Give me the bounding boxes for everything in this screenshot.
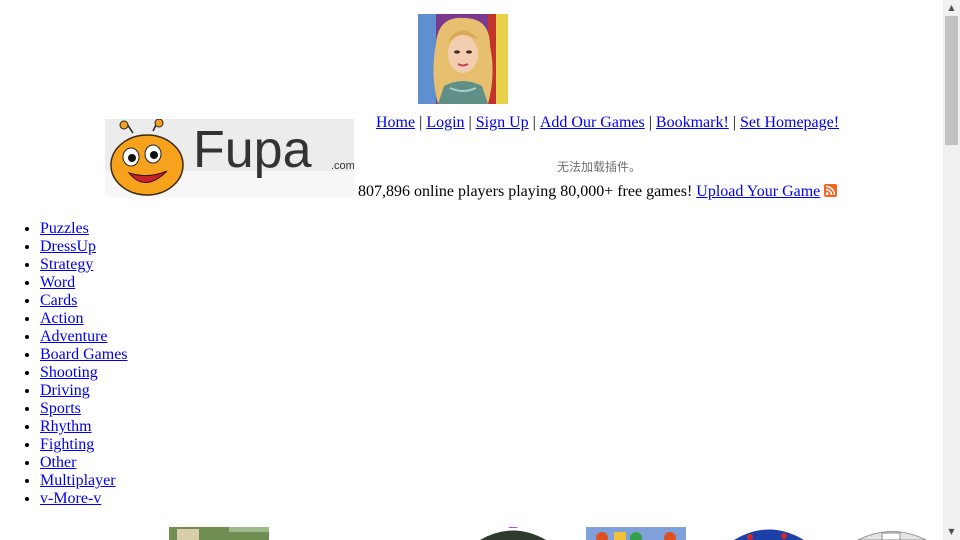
category-item: Action <box>40 310 128 328</box>
category-item: Strategy <box>40 256 128 274</box>
category-item: Multiplayer <box>40 472 128 490</box>
nav-separator: | <box>468 114 472 131</box>
plugin-failed-message: 无法加载插件。 <box>556 160 641 174</box>
category-item: Rhythm <box>40 418 128 436</box>
category-item: Other <box>40 454 128 472</box>
nav-bookmark-link[interactable]: Bookmark! <box>656 114 729 131</box>
scrollbar-thumb[interactable] <box>945 16 958 145</box>
category-item: Word <box>40 274 128 292</box>
game-thumbnail[interactable] <box>852 527 932 540</box>
category-link-adventure[interactable]: Adventure <box>40 328 108 345</box>
game-thumbnail[interactable] <box>169 527 269 540</box>
category-item: DressUp <box>40 238 128 256</box>
online-stats: 807,896 online players playing 80,000+ f… <box>358 182 838 203</box>
category-item: Cards <box>40 292 128 310</box>
featured-game-image[interactable] <box>418 14 508 104</box>
category-item: Driving <box>40 382 128 400</box>
nav-signup-link[interactable]: Sign Up <box>476 114 529 131</box>
category-link-more[interactable]: v-More-v <box>40 490 101 507</box>
category-link-fighting[interactable]: Fighting <box>40 436 94 453</box>
vertical-scrollbar[interactable]: ▲ ▼ <box>943 0 960 540</box>
category-link-driving[interactable]: Driving <box>40 382 90 399</box>
category-link-multiplayer[interactable]: Multiplayer <box>40 472 116 489</box>
category-link-word[interactable]: Word <box>40 274 75 291</box>
nav-login-link[interactable]: Login <box>426 114 464 131</box>
category-list: Puzzles DressUp Strategy Word Cards Acti… <box>0 220 128 508</box>
category-link-rhythm[interactable]: Rhythm <box>40 418 92 435</box>
category-link-shooting[interactable]: Shooting <box>40 364 98 381</box>
category-link-strategy[interactable]: Strategy <box>40 256 93 273</box>
logo-wordmark: Fupa <box>193 121 312 179</box>
game-thumbnail[interactable] <box>730 527 808 540</box>
category-item: Shooting <box>40 364 128 382</box>
game-thumbnail[interactable] <box>586 527 686 540</box>
nav-home-link[interactable]: Home <box>376 114 415 131</box>
scroll-down-arrow-icon[interactable]: ▼ <box>943 524 960 540</box>
scroll-up-arrow-icon[interactable]: ▲ <box>943 0 960 16</box>
nav-separator: | <box>648 114 652 131</box>
category-item: Fighting <box>40 436 128 454</box>
category-link-board-games[interactable]: Board Games <box>40 346 128 363</box>
upload-game-link[interactable]: Upload Your Game <box>696 183 820 200</box>
category-item: Sports <box>40 400 128 418</box>
category-item: Board Games <box>40 346 128 364</box>
nav-set-homepage-link[interactable]: Set Homepage! <box>740 114 839 131</box>
category-link-dressup[interactable]: DressUp <box>40 238 96 255</box>
category-link-cards[interactable]: Cards <box>40 292 77 309</box>
nav-separator: | <box>532 114 536 131</box>
category-item: Puzzles <box>40 220 128 238</box>
game-thumbnail[interactable] <box>474 527 552 540</box>
logo-domain-suffix: .com <box>331 160 354 172</box>
top-nav: Home | Login | Sign Up | Add Our Games | Bookmar… <box>376 113 839 133</box>
nav-add-games-link[interactable]: Add Our Games <box>540 114 645 131</box>
category-item: Adventure <box>40 328 128 346</box>
category-item: v-More-v <box>40 490 128 508</box>
category-link-action[interactable]: Action <box>40 310 84 327</box>
category-link-puzzles[interactable]: Puzzles <box>40 220 89 237</box>
nav-separator: | <box>419 114 423 131</box>
site-logo[interactable]: Fupa .com <box>105 119 354 197</box>
category-link-sports[interactable]: Sports <box>40 400 81 417</box>
nav-separator: | <box>732 114 736 131</box>
online-players-text: 807,896 online players playing 80,000+ f… <box>358 183 693 200</box>
category-link-other[interactable]: Other <box>40 454 76 471</box>
rss-feed-icon[interactable] <box>824 183 838 203</box>
